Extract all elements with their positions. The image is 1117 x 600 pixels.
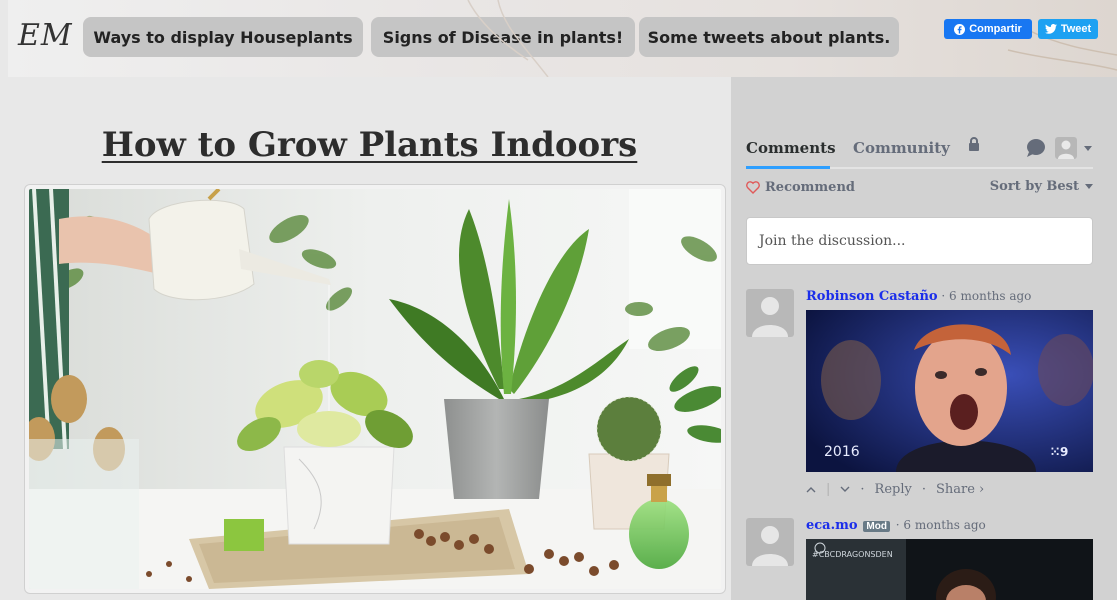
lock-icon[interactable] — [968, 137, 980, 152]
comment-meta: eca.mo Mod · 6 months ago — [806, 518, 1093, 533]
comment-gif-image[interactable]: 2016 ⁙9 — [806, 310, 1093, 472]
comments-sidebar: Comments Community Recommend Sort by Bes… — [731, 77, 1117, 600]
tab-comments[interactable]: Comments — [746, 139, 836, 157]
reply-button[interactable]: Reply — [875, 482, 912, 497]
notification-bubble-icon[interactable] — [1026, 139, 1046, 157]
houseplants-photo — [29, 189, 721, 589]
article-main: How to Grow Plants Indoors — [8, 77, 731, 600]
comment-body: Robinson Castaño · 6 months ago 2016 ⁙9 … — [806, 289, 1093, 497]
gif-overlay-text: 2016 — [824, 444, 860, 460]
page-title: How to Grow Plants Indoors — [101, 125, 638, 165]
nav-ways-to-display[interactable]: Ways to display Houseplants — [83, 17, 363, 57]
comment-meta: Robinson Castaño · 6 months ago — [806, 289, 1093, 304]
sort-dropdown[interactable]: Sort by Best — [990, 179, 1093, 194]
moderator-badge: Mod — [863, 521, 890, 532]
meta-separator: · — [941, 289, 950, 303]
active-tab-indicator — [746, 166, 830, 169]
comment-author[interactable]: Robinson Castaño — [806, 289, 938, 304]
upvote-icon[interactable] — [806, 486, 816, 493]
recommend-label: Recommend — [765, 180, 855, 195]
comments-tabs: Comments Community — [746, 133, 1093, 169]
comment-author[interactable]: eca.mo — [806, 518, 858, 533]
meta-separator: · — [921, 482, 926, 497]
comment-item: Robinson Castaño · 6 months ago 2016 ⁙9 … — [746, 289, 1096, 509]
twitter-icon — [1044, 24, 1057, 34]
user-menu-avatar-icon[interactable] — [1055, 137, 1077, 159]
facebook-share-label: Compartir — [969, 23, 1022, 35]
svg-text:⁙9: ⁙9 — [1050, 445, 1068, 459]
comment-timestamp[interactable]: 6 months ago — [903, 518, 985, 532]
comment-gif-image[interactable]: #CBCDRAGONSDEN — [806, 539, 1093, 600]
recommend-button[interactable]: Recommend — [746, 180, 855, 195]
share-button[interactable]: Share › — [936, 482, 984, 497]
facebook-icon — [954, 23, 966, 35]
avatar[interactable] — [746, 518, 794, 566]
comment-actions: | · Reply · Share › — [806, 482, 984, 497]
chevron-down-icon — [1085, 184, 1093, 189]
comment-timestamp[interactable]: 6 months ago — [949, 289, 1031, 303]
vote-divider: | — [826, 482, 831, 497]
heart-icon — [746, 181, 760, 194]
facebook-share-button[interactable]: Compartir — [944, 19, 1032, 39]
join-discussion-input[interactable]: Join the discussion... — [746, 217, 1093, 265]
tab-community[interactable]: Community — [853, 139, 950, 157]
meta-separator: · — [860, 482, 865, 497]
comment-body: eca.mo Mod · 6 months ago #CBCDRAGONSDEN — [806, 518, 1093, 600]
article-image-frame — [24, 184, 726, 594]
site-logo[interactable]: EM — [18, 18, 73, 53]
comment-item: eca.mo Mod · 6 months ago #CBCDRAGONSDEN — [746, 518, 1096, 600]
chevron-down-icon[interactable] — [1084, 146, 1092, 151]
avatar[interactable] — [746, 289, 794, 337]
sort-label: Sort by Best — [989, 179, 1079, 194]
tweet-label: Tweet — [1060, 23, 1092, 35]
tweet-button[interactable]: Tweet — [1038, 19, 1098, 39]
downvote-icon[interactable] — [840, 486, 850, 493]
